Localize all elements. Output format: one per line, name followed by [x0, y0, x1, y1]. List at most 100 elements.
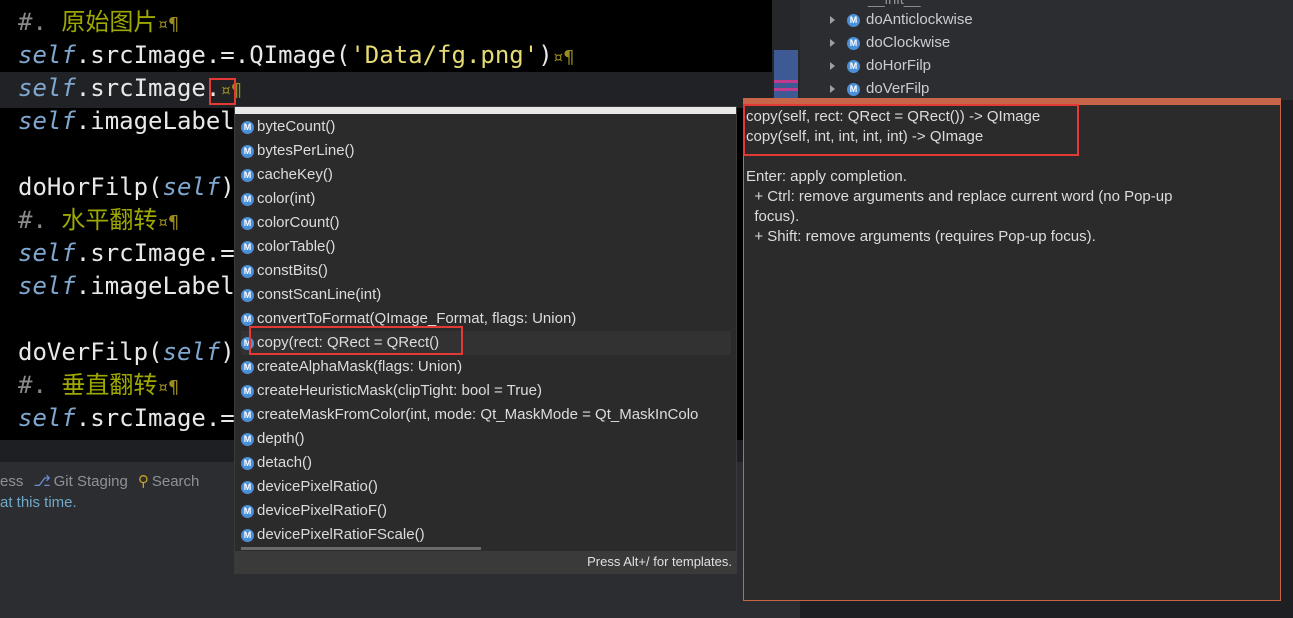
code-token: ¤¶ [552, 47, 575, 68]
code-token: #. [18, 206, 62, 234]
outline-item[interactable]: MdoHorFilp [830, 54, 931, 77]
outline-item[interactable]: MdoVerFilp [830, 77, 929, 100]
code-token: #. [18, 371, 62, 399]
completion-item[interactable]: McreateMaskFromColor(int, mode: Qt_MaskM… [241, 403, 731, 427]
method-icon: M [241, 120, 254, 134]
code-token: doHorFilp( [18, 173, 163, 201]
code-token: 垂直翻转 [61, 371, 158, 399]
completion-item[interactable]: MconstBits() [241, 259, 731, 283]
expand-arrow-icon[interactable] [830, 39, 835, 48]
code-line: self.imageLabel [18, 105, 235, 138]
code-token: #. [18, 8, 62, 36]
completion-item[interactable]: MconstScanLine(int) [241, 283, 731, 307]
code-token: ) [220, 338, 235, 366]
code-token: .srcImage.=.QImage( [75, 41, 351, 69]
code-line: doHorFilp(self) [18, 171, 235, 204]
completion-item[interactable]: McacheKey() [241, 163, 731, 187]
outline-item-label: doHorFilp [866, 57, 932, 74]
outline-pane: __init__ MdoAnticlockwiseMdoClockwiseMdo… [800, 0, 1293, 100]
code-token: self [162, 173, 221, 201]
method-icon: M [847, 13, 860, 27]
completion-item-label: colorTable() [257, 238, 336, 255]
completion-item[interactable]: McolorCount() [241, 211, 731, 235]
ruler-mark [774, 80, 798, 83]
completion-item-label: constScanLine(int) [257, 286, 382, 303]
code-token: ¤¶ [157, 14, 180, 35]
method-icon: M [847, 36, 860, 50]
code-line: doVerFilp(self) [18, 336, 235, 369]
completion-item[interactable]: MdevicePixelRatio() [241, 475, 731, 499]
outline-item-label: doClockwise [866, 34, 951, 51]
completion-item[interactable]: MdevicePixelRatioFScale() [241, 523, 731, 547]
completion-item-label: createHeuristicMask(clipTight: bool = Tr… [257, 382, 542, 399]
method-icon: M [241, 384, 254, 398]
method-icon: M [241, 480, 254, 494]
completion-item-label: byteCount() [257, 118, 336, 135]
completion-item-label: depth() [257, 430, 305, 447]
code-token: self [18, 107, 76, 135]
outline-item[interactable]: MdoClockwise [830, 31, 950, 54]
bottom-tab[interactable]: ess [0, 473, 23, 490]
completion-item[interactable]: MbyteCount() [241, 115, 731, 139]
code-token: .srcImage. [75, 74, 221, 102]
code-token: doVerFilp( [18, 338, 163, 366]
method-icon: M [241, 216, 254, 230]
method-icon: M [241, 288, 254, 302]
code-line: self.srcImage.= [18, 237, 235, 270]
outline-item-label: doAnticlockwise [866, 11, 973, 28]
code-token: self [162, 338, 221, 366]
bottom-tab[interactable]: ⚲ Search [138, 473, 200, 490]
code-token: 原始图片 [61, 8, 158, 36]
code-token: self [18, 272, 76, 300]
expand-arrow-icon[interactable] [830, 62, 835, 71]
code-token: self [18, 74, 76, 102]
code-token: self [18, 239, 76, 267]
code-line: #. 原始图片¤¶ [18, 6, 179, 39]
completion-selected-highlight-box [249, 326, 463, 355]
completion-item-label: createAlphaMask(flags: Union) [257, 358, 463, 375]
completion-item-label: detach() [257, 454, 313, 471]
completion-item[interactable]: MbytesPerLine() [241, 139, 731, 163]
completion-item[interactable]: McreateHeuristicMask(clipTight: bool = T… [241, 379, 731, 403]
completion-item[interactable]: Mdetach() [241, 451, 731, 475]
bottom-tab[interactable]: ⎇ Git Staging [33, 473, 128, 490]
code-token: ¤¶ [157, 212, 180, 233]
method-icon: M [241, 240, 254, 254]
code-line: #. 垂直翻转¤¶ [18, 369, 179, 402]
completion-item[interactable]: McreateAlphaMask(flags: Union) [241, 355, 731, 379]
doc-help-line: Enter: apply completion. [746, 168, 907, 185]
code-line: #. 水平翻转¤¶ [18, 204, 179, 237]
documentation-popup: copy(self, rect: QRect = QRect()) -> QIm… [743, 98, 1281, 601]
bottom-tab-label: Git Staging [53, 473, 128, 490]
search-icon: ⚲ [137, 473, 149, 490]
method-icon: M [241, 432, 254, 446]
method-icon: M [847, 82, 860, 96]
outline-item[interactable]: MdoAnticlockwise [830, 8, 973, 31]
completion-item-label: devicePixelRatio() [257, 478, 378, 495]
code-token: 水平翻转 [61, 206, 158, 234]
completion-item-label: createMaskFromColor(int, mode: Qt_MaskMo… [257, 406, 699, 423]
method-icon: M [241, 528, 254, 542]
method-icon: M [241, 408, 254, 422]
completion-hscrollbar[interactable] [241, 547, 481, 550]
method-icon: M [241, 264, 254, 278]
method-icon: M [241, 456, 254, 470]
completion-item-label: devicePixelRatioFScale() [257, 526, 425, 543]
code-token: ) [538, 41, 553, 69]
method-icon: M [241, 312, 254, 326]
completion-item[interactable]: Mdepth() [241, 427, 731, 451]
expand-arrow-icon[interactable] [830, 16, 835, 25]
completion-item-label: color(int) [257, 190, 316, 207]
bottom-status-message: at this time. [0, 494, 77, 511]
code-token: .imageLabel [75, 107, 235, 135]
expand-arrow-icon[interactable] [830, 85, 835, 94]
cursor-highlight-box [209, 78, 236, 105]
code-token: self [18, 41, 76, 69]
bottom-tab-label: Search [151, 473, 200, 490]
completion-item[interactable]: Mcolor(int) [241, 187, 731, 211]
completion-item[interactable]: McolorTable() [241, 235, 731, 259]
completion-item[interactable]: MdevicePixelRatioF() [241, 499, 731, 523]
code-token: ¤¶ [157, 377, 180, 398]
code-line: self.srcImage.= [18, 402, 235, 435]
ruler-mark [774, 50, 798, 102]
